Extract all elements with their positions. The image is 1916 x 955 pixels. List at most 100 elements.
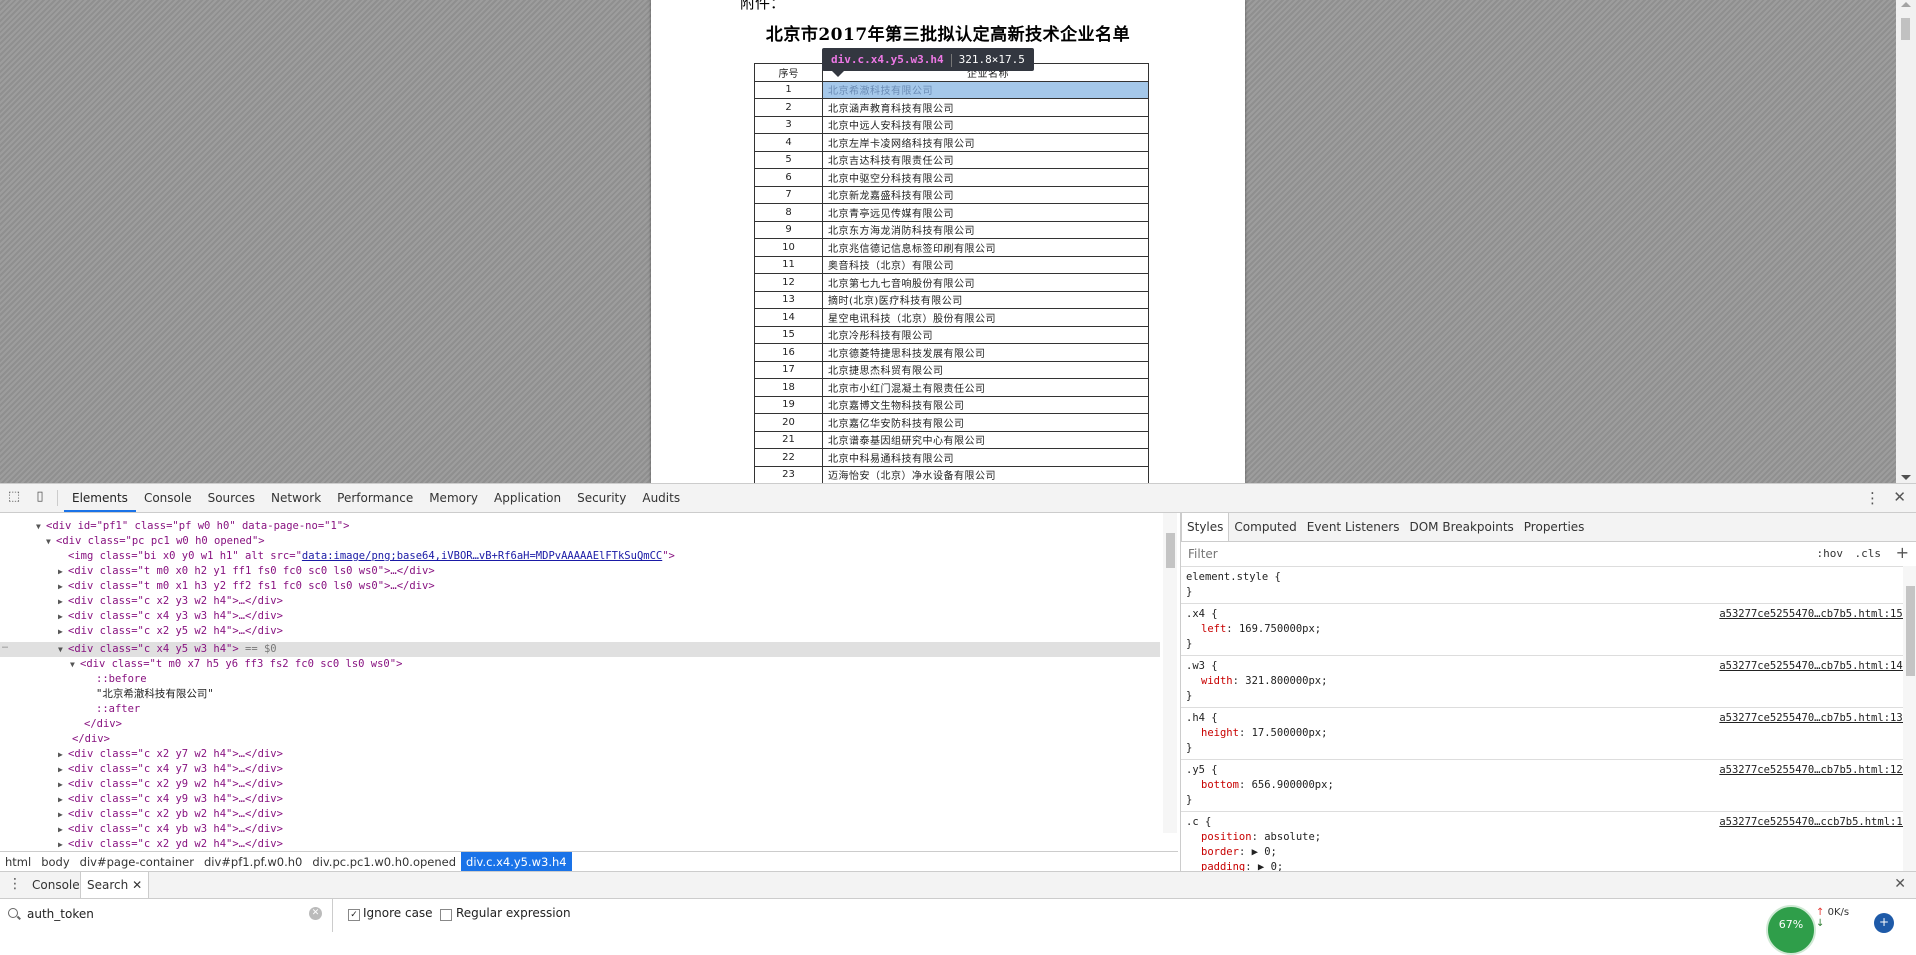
tab-memory[interactable]: Memory	[421, 484, 486, 512]
drawer-tab-console[interactable]: Console	[26, 872, 86, 898]
text-node[interactable]: "北京希澈科技有限公司"	[96, 687, 214, 702]
tab-audits[interactable]: Audits	[634, 484, 688, 512]
rule-source-link[interactable]: a53277ce5255470…cb7b5.html:133	[1719, 711, 1909, 726]
css-property[interactable]: padding: ▶ 0;	[1186, 860, 1912, 871]
dom-node[interactable]: ▶ <div class="c x4 y3 w3 h4">…</div>	[58, 609, 283, 624]
scroll-up-icon[interactable]	[1901, 2, 1911, 7]
css-rule[interactable]: .y5 {a53277ce5255470…cb7b5.html:123 botto…	[1181, 760, 1916, 812]
dom-node[interactable]: ▶ <div class="c x2 y9 w2 h4">…</div>	[58, 777, 283, 792]
dom-node[interactable]: ▶ <div class="c x2 y5 w2 h4">…</div>	[58, 624, 283, 639]
rule-source-link[interactable]: a53277ce5255470…cb7b5.html:144	[1719, 659, 1909, 674]
property-value[interactable]: ▶ 0;	[1258, 861, 1283, 871]
cls-toggle-button[interactable]: .cls	[1855, 547, 1882, 560]
hov-toggle-button[interactable]: :hov	[1817, 547, 1844, 560]
property-value[interactable]: ▶ 0;	[1252, 846, 1277, 858]
property-value[interactable]: 656.900000px;	[1252, 779, 1334, 791]
page-scrollbar[interactable]	[1896, 0, 1916, 483]
pseudo-after[interactable]: ::after	[96, 702, 140, 717]
network-speed-widget[interactable]: 67% ↑ 0K/s ↓ +	[1766, 905, 1916, 955]
dom-node[interactable]: ▶ <div class="c x4 y7 w3 h4">…</div>	[58, 762, 283, 777]
dom-node[interactable]: ▶ <div class="t m0 x0 h2 y1 ff1 fs0 fc0 s…	[58, 564, 435, 579]
more-options-icon[interactable]: ⋮	[1865, 489, 1880, 507]
pseudo-before[interactable]: ::before	[96, 672, 147, 687]
css-rule[interactable]: element.style {}	[1181, 567, 1916, 604]
styles-filter-input[interactable]	[1186, 546, 1690, 562]
tab-computed[interactable]: Computed	[1229, 513, 1301, 541]
css-rule[interactable]: .w3 {a53277ce5255470…cb7b5.html:144 width…	[1181, 656, 1916, 708]
dom-node[interactable]: ▶ <div class="c x2 y7 w2 h4">…</div>	[58, 747, 283, 762]
dom-node[interactable]: ▶ <div class="t m0 x1 h3 y2 ff2 fs1 fc0 s…	[58, 579, 435, 594]
speed-booster-icon[interactable]: +	[1874, 913, 1894, 933]
data-uri-link[interactable]: data:image/png;base64,iVBOR…vB+Rf6aH=MDP…	[302, 550, 662, 562]
elements-scroll-thumb[interactable]	[1166, 533, 1175, 568]
dom-node[interactable]: ▼ <div class="pc pc1 w0 h0 opened">	[46, 534, 265, 549]
drawer-menu-icon[interactable]: ⋮	[8, 876, 22, 892]
css-property[interactable]: left: 169.750000px;	[1186, 622, 1912, 637]
dom-node[interactable]: ▶ <div class="c x2 yd w2 h4">…</div>	[58, 837, 283, 852]
dom-node[interactable]: ▶ <div class="c x2 yb w2 h4">…</div>	[58, 807, 283, 822]
tab-sources[interactable]: Sources	[200, 484, 263, 512]
tab-properties[interactable]: Properties	[1519, 513, 1590, 541]
ignore-case-checkbox[interactable]: ✓	[348, 909, 360, 921]
css-property[interactable]: position: absolute;	[1186, 830, 1912, 845]
property-name[interactable]: left	[1201, 623, 1226, 635]
css-property[interactable]: border: ▶ 0;	[1186, 845, 1912, 860]
scroll-thumb[interactable]	[1901, 18, 1910, 40]
css-property[interactable]: bottom: 656.900000px;	[1186, 778, 1912, 793]
tab-styles[interactable]: Styles	[1181, 513, 1230, 541]
rule-selector[interactable]: element.style {	[1186, 570, 1912, 585]
drawer-tab-search[interactable]: Search ✕	[80, 872, 150, 898]
breadcrumb-item-active[interactable]: div.c.x4.y5.w3.h4	[461, 852, 572, 872]
elements-scrollbar[interactable]	[1163, 513, 1177, 833]
property-value[interactable]: 321.800000px;	[1245, 675, 1327, 687]
property-value[interactable]: absolute;	[1264, 831, 1321, 843]
tab-application[interactable]: Application	[486, 484, 569, 512]
tab-event-listeners[interactable]: Event Listeners	[1302, 513, 1405, 541]
tab-elements[interactable]: Elements	[64, 484, 136, 512]
scroll-down-icon[interactable]	[1901, 475, 1911, 480]
styles-scrollbar[interactable]	[1903, 566, 1916, 871]
dom-node[interactable]: ▼ <div class="t m0 x7 h5 y6 ff3 fs2 fc0 s…	[70, 657, 402, 672]
inspect-element-icon[interactable]: ⬚	[7, 490, 21, 504]
dom-node[interactable]: ▶ <div class="c x4 yb w3 h4">…</div>	[58, 822, 283, 837]
styles-scroll-thumb[interactable]	[1906, 586, 1915, 676]
close-drawer-icon[interactable]: ✕	[1894, 876, 1906, 892]
breadcrumb-item[interactable]: html	[0, 852, 36, 872]
property-value[interactable]: 169.750000px;	[1239, 623, 1321, 635]
breadcrumb-item[interactable]: div.pc.pc1.w0.h0.opened	[307, 852, 461, 872]
dom-node[interactable]: ▶ <div class="c x4 y9 w3 h4">…</div>	[58, 792, 283, 807]
tab-network[interactable]: Network	[263, 484, 329, 512]
dom-node[interactable]: ▶ <div class="c x2 y3 w2 h4">…</div>	[58, 594, 283, 609]
new-rule-icon[interactable]: +	[1896, 543, 1909, 562]
property-name[interactable]: height	[1201, 727, 1239, 739]
rule-source-link[interactable]: a53277ce5255470…cb7b5.html:157	[1719, 607, 1909, 622]
property-value[interactable]: 17.500000px;	[1252, 727, 1328, 739]
search-input[interactable]	[25, 906, 309, 922]
page-viewport[interactable]: 附件： 北京市2017年第三批拟认定高新技术企业名单 序号 企业名称 1 北京希澈…	[0, 0, 1896, 483]
css-rule[interactable]: .c {a53277ce5255470…ccb7b5.html:13 positi…	[1181, 812, 1916, 871]
property-name[interactable]: padding	[1201, 861, 1245, 871]
property-name[interactable]: bottom	[1201, 779, 1239, 791]
css-rule[interactable]: .x4 {a53277ce5255470…cb7b5.html:157 left:…	[1181, 604, 1916, 656]
dom-close-tag[interactable]: </div>	[84, 717, 122, 732]
breadcrumb-item[interactable]: body	[36, 852, 74, 872]
property-name[interactable]: position	[1201, 831, 1252, 843]
property-name[interactable]: border	[1201, 846, 1239, 858]
close-devtools-icon[interactable]: ✕	[1893, 488, 1906, 506]
breadcrumb-item[interactable]: div#page-container	[75, 852, 199, 872]
css-property[interactable]: height: 17.500000px;	[1186, 726, 1912, 741]
rule-source-link[interactable]: a53277ce5255470…cb7b5.html:123	[1719, 763, 1909, 778]
css-rule[interactable]: .h4 {a53277ce5255470…cb7b5.html:133 heigh…	[1181, 708, 1916, 760]
device-toolbar-icon[interactable]: ▯	[33, 490, 47, 504]
css-property[interactable]: width: 321.800000px;	[1186, 674, 1912, 689]
regex-checkbox[interactable]	[440, 909, 452, 921]
dom-node-selected[interactable]: ▼ <div class="c x4 y5 w3 h4"> == $0	[58, 642, 277, 657]
close-tab-icon[interactable]: ✕	[132, 878, 142, 892]
breadcrumb-item[interactable]: div#pf1.pf.w0.h0	[199, 852, 307, 872]
dom-close-tag[interactable]: </div>	[72, 732, 110, 747]
rule-source-link[interactable]: a53277ce5255470…ccb7b5.html:13	[1719, 815, 1909, 830]
tab-console[interactable]: Console	[136, 484, 200, 512]
tab-dom-breakpoints[interactable]: DOM Breakpoints	[1404, 513, 1518, 541]
dom-node[interactable]: ▼ <div id="pf1" class="pf w0 h0" data-pag…	[36, 519, 349, 534]
dom-node[interactable]: <img class="bi x0 y0 w1 h1" alt src="dat…	[68, 549, 675, 564]
